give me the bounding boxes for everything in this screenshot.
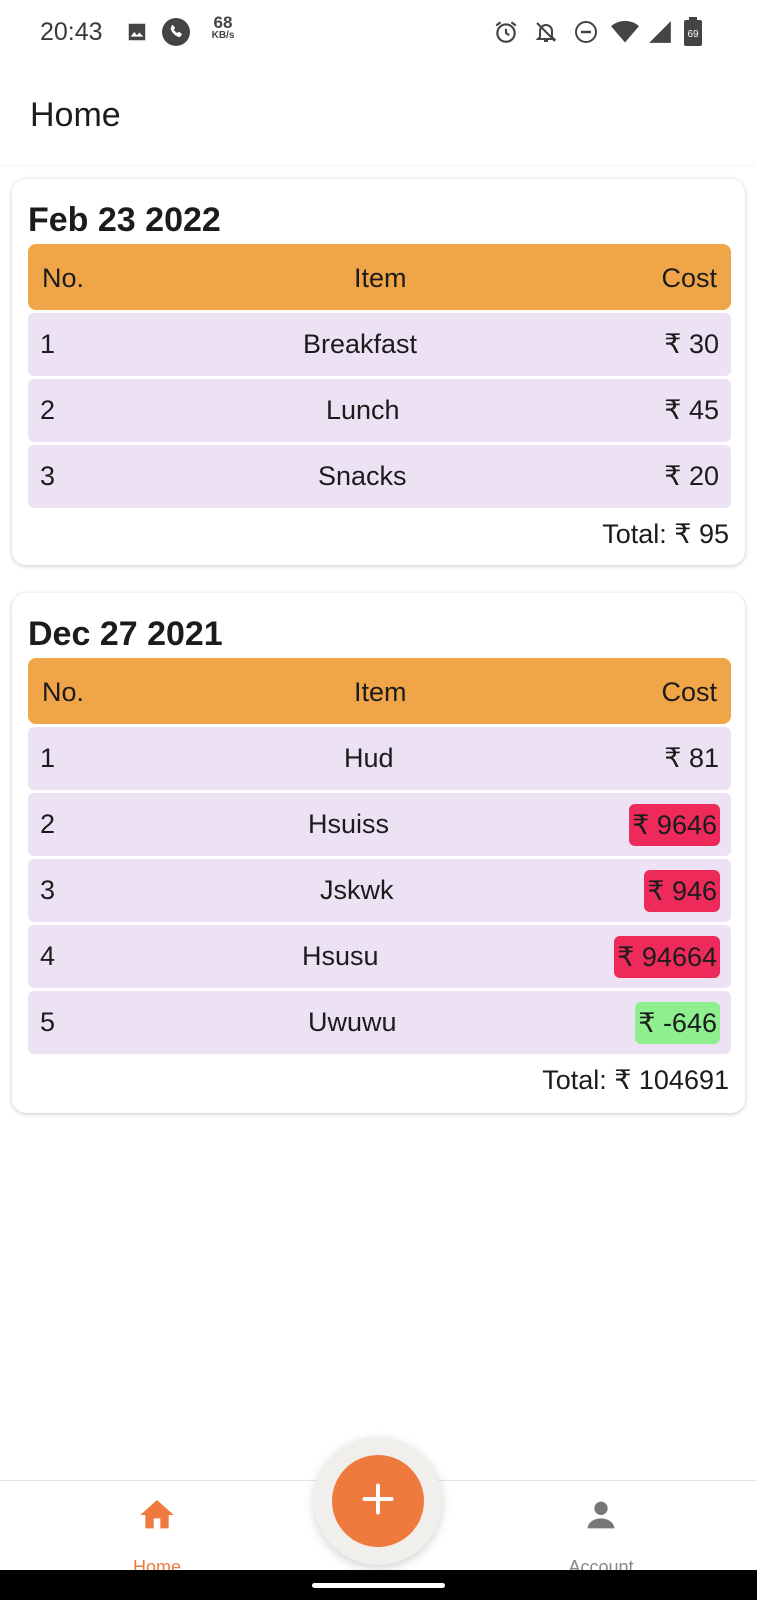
row-item: Jskwk [320, 875, 394, 905]
person-icon [581, 1495, 621, 1540]
status-time: 20:43 [40, 18, 103, 46]
header-no: No. [42, 677, 85, 707]
row-no: 4 [40, 941, 56, 971]
expense-card[interactable]: Dec 27 2021 No. Item Cost 1 Hud ₹ 81 2 H… [12, 593, 745, 1113]
net-speed-unit: KB/s [211, 30, 235, 41]
row-item: Hsusu [302, 941, 379, 971]
card-total: Total: ₹ 95 [602, 519, 729, 549]
row-cost: ₹ 81 [664, 743, 719, 773]
row-no: 3 [40, 875, 56, 905]
card-total: Total: ₹ 104691 [542, 1065, 729, 1095]
phone-icon [162, 16, 190, 48]
row-no: 3 [40, 461, 56, 491]
card-date: Feb 23 2022 [28, 201, 221, 239]
row-item: Hsuiss [308, 809, 390, 839]
signal-icon [646, 16, 674, 48]
status-bar: 20:43 68 KB/s 69 [0, 0, 757, 66]
nav-home[interactable]: Home [87, 1481, 227, 1577]
row-no: 1 [40, 743, 56, 773]
expense-card[interactable]: Feb 23 2022 No. Item Cost 1 Breakfast ₹ … [12, 179, 745, 565]
row-no: 2 [40, 395, 56, 425]
fab-container [314, 1437, 442, 1565]
cost-badge-over-budget: ₹ 9646 [629, 804, 720, 846]
gesture-handle[interactable] [312, 1583, 445, 1588]
header-no: No. [42, 263, 85, 293]
alarm-icon [492, 16, 520, 48]
row-no: 5 [40, 1007, 56, 1037]
table-row[interactable]: 3 Jskwk ₹ 946 [28, 859, 731, 922]
battery-level: 69 [687, 29, 699, 40]
row-item: Breakfast [303, 329, 418, 359]
add-expense-button[interactable] [332, 1455, 424, 1547]
row-no: 1 [40, 329, 56, 359]
table-row[interactable]: 5 Uwuwu ₹ -646 [28, 991, 731, 1054]
table-header: No. Item Cost [28, 244, 731, 310]
notifications-off-icon [532, 16, 560, 48]
row-item: Hud [344, 743, 394, 773]
net-speed: 68 KB/s [208, 14, 238, 41]
cost-badge-over-budget: ₹ 946 [644, 870, 720, 912]
system-navigation-bar [0, 1570, 757, 1600]
table-row[interactable]: 4 Hsusu ₹ 94664 [28, 925, 731, 988]
table-row[interactable]: 1 Breakfast ₹ 30 [28, 313, 731, 376]
row-item: Lunch [326, 395, 400, 425]
header-item: Item [354, 677, 407, 707]
cost-badge-negative: ₹ -646 [635, 1002, 720, 1044]
cost-badge-over-budget: ₹ 94664 [614, 936, 720, 978]
plus-icon [360, 1481, 396, 1522]
row-cost: ₹ 45 [664, 395, 719, 425]
header-cost: Cost [661, 263, 717, 293]
row-no: 2 [40, 809, 56, 839]
app-bar: Home [0, 66, 757, 164]
net-speed-value: 68 [213, 13, 233, 32]
table-row[interactable]: 1 Hud ₹ 81 [28, 727, 731, 790]
card-date: Dec 27 2021 [28, 615, 223, 653]
image-icon [124, 16, 150, 48]
header-item: Item [354, 263, 407, 293]
table-row[interactable]: 2 Lunch ₹ 45 [28, 379, 731, 442]
row-item: Snacks [318, 461, 407, 491]
row-item: Uwuwu [308, 1007, 397, 1037]
row-cost: ₹ 30 [664, 329, 719, 359]
table-header: No. Item Cost [28, 658, 731, 724]
battery-icon: 69 [682, 16, 704, 48]
do-not-disturb-icon [572, 16, 600, 48]
wifi-icon [610, 16, 640, 48]
home-icon [137, 1495, 177, 1540]
row-cost: ₹ 20 [664, 461, 719, 491]
nav-account[interactable]: Account [531, 1481, 671, 1577]
header-cost: Cost [661, 677, 717, 707]
table-row[interactable]: 2 Hsuiss ₹ 9646 [28, 793, 731, 856]
page-title: Home [30, 96, 121, 134]
table-row[interactable]: 3 Snacks ₹ 20 [28, 445, 731, 508]
